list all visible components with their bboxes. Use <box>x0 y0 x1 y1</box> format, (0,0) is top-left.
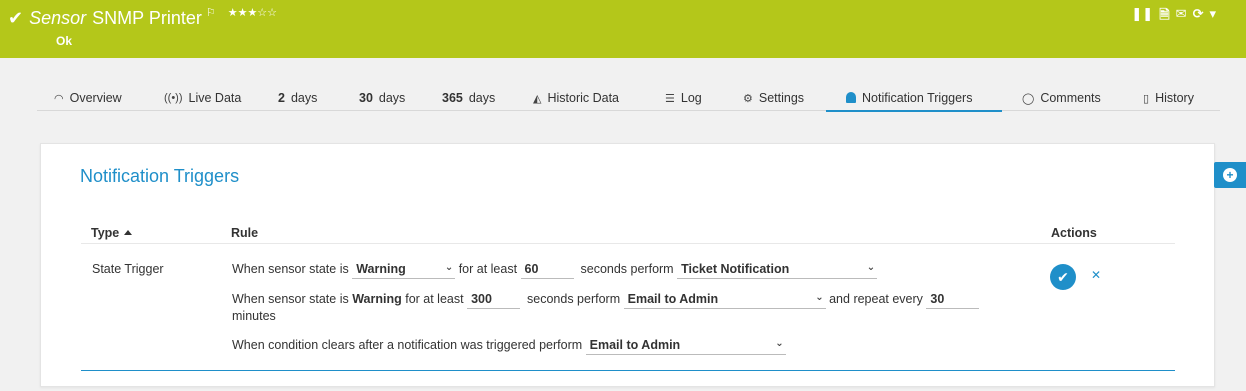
column-header-rule: Rule <box>231 226 259 240</box>
tab-label: History <box>1155 91 1194 105</box>
tab-number: 2 <box>278 91 285 105</box>
tab-live-data[interactable]: ((•)) Live Data <box>164 85 241 111</box>
tab-label: Log <box>680 91 702 105</box>
select-value: Email to Admin <box>589 338 681 352</box>
tab-overview[interactable]: ◠ Overview <box>54 85 122 111</box>
gauge-icon: ◠ <box>54 92 64 105</box>
rule-text: seconds perform <box>527 292 621 306</box>
table-header: Type Rule Actions <box>81 224 1175 244</box>
tab-365-days[interactable]: 365 days <box>442 85 495 111</box>
tab-historic-data[interactable]: ◭ Historic Data <box>533 85 619 111</box>
check-icon: ✔ <box>8 8 24 28</box>
action-select[interactable]: Ticket Notification ⌄ <box>677 262 878 279</box>
tab-label: Overview <box>69 91 122 105</box>
rule-line-3: When condition clears after a notificati… <box>232 338 786 355</box>
rule-text: for at least <box>405 292 464 306</box>
sort-asc-icon <box>124 230 133 235</box>
rule-text-minutes: minutes <box>232 309 276 323</box>
report-icon[interactable]: 🗎 <box>1159 6 1169 28</box>
sensor-name: SNMP Printer <box>92 8 202 28</box>
sensor-header: ✔ Sensor SNMP Printer ⚐ ★★★☆☆ Ok ❚❚ 🗎 ✉ … <box>0 0 1246 58</box>
rule-text: When condition clears after a notificati… <box>232 338 583 352</box>
trigger-type: State Trigger <box>92 262 164 276</box>
tab-notification-triggers[interactable]: Notification Triggers <box>826 85 1002 112</box>
area-chart-icon: ◭ <box>533 92 542 105</box>
select-value: Warning <box>356 262 406 276</box>
rule-text: and repeat every <box>829 292 923 306</box>
tab-label: Live Data <box>188 91 242 105</box>
checkmark-icon: ✔ <box>1057 268 1069 285</box>
tab-log[interactable]: ☰ Log <box>665 85 702 111</box>
tab-30-days[interactable]: 30 days <box>359 85 405 111</box>
tab-unit: days <box>468 91 496 105</box>
column-header-actions: Actions <box>1051 226 1097 240</box>
dropdown-icon[interactable]: ▾ <box>1209 6 1216 28</box>
tab-settings[interactable]: ⚙ Settings <box>743 85 804 111</box>
tab-bar: ◠ Overview ((•)) Live Data 2 days 30 day… <box>37 85 1220 112</box>
tab-comments[interactable]: ◯ Comments <box>1022 85 1101 111</box>
state-value: Warning <box>352 292 402 306</box>
seconds-input[interactable]: 60 <box>520 262 574 279</box>
action-select[interactable]: Email to Admin ⌄ <box>585 338 786 355</box>
row-divider <box>81 370 1175 371</box>
rule-text: seconds perform <box>580 262 674 276</box>
chevron-down-icon: ⌄ <box>775 338 784 349</box>
tab-label: Settings <box>758 91 805 105</box>
rule-line-2: When sensor state is Warning for at leas… <box>232 292 980 309</box>
rule-line-1: When sensor state is Warning ⌄ for at lea… <box>232 262 878 279</box>
notification-triggers-panel: Notification Triggers Type Rule Actions … <box>40 143 1215 387</box>
rule-text: When sensor state is <box>232 292 349 306</box>
save-trigger-button[interactable]: ✔ <box>1050 264 1076 290</box>
tab-label: Comments <box>1040 91 1101 105</box>
comment-icon: ◯ <box>1022 92 1035 105</box>
tab-2-days[interactable]: 2 days <box>278 85 317 111</box>
flag-icon[interactable]: ⚐ <box>206 6 216 19</box>
priority-stars[interactable]: ★★★☆☆ <box>228 6 277 19</box>
header-toolbar: ❚❚ 🗎 ✉ ⟳ ▾ <box>1131 6 1216 28</box>
pause-icon[interactable]: ❚❚ <box>1131 6 1153 28</box>
seconds-input[interactable]: 300 <box>467 292 521 309</box>
select-value: Email to Admin <box>627 292 719 306</box>
tab-unit: days <box>290 91 318 105</box>
sensor-title: ✔ Sensor SNMP Printer ⚐ ★★★☆☆ <box>8 6 277 29</box>
add-trigger-button[interactable]: + <box>1214 162 1246 188</box>
state-select[interactable]: Warning ⌄ <box>352 262 456 279</box>
tab-number: 365 <box>442 91 463 105</box>
select-value: Ticket Notification <box>681 262 790 276</box>
broadcast-icon: ((•)) <box>164 92 183 104</box>
tab-label: Historic Data <box>547 91 620 105</box>
chevron-down-icon: ⌄ <box>866 262 876 273</box>
email-icon[interactable]: ✉ <box>1176 6 1187 28</box>
status-text: Ok <box>56 34 73 48</box>
tab-number: 30 <box>359 91 373 105</box>
plus-icon: + <box>1223 168 1237 182</box>
repeat-input[interactable]: 30 <box>926 292 980 309</box>
panel-title: Notification Triggers <box>80 166 240 186</box>
rule-text: When sensor state is <box>232 262 349 276</box>
delete-trigger-button[interactable]: ✕ <box>1091 268 1101 282</box>
tab-history[interactable]: ▯ History <box>1143 85 1194 111</box>
history-icon: ▯ <box>1143 92 1150 105</box>
sensor-label: Sensor <box>29 8 87 28</box>
chevron-down-icon: ⌄ <box>815 292 824 303</box>
rule-text: for at least <box>458 262 518 276</box>
bell-icon <box>846 92 856 103</box>
gear-icon: ⚙ <box>743 92 753 105</box>
column-header-type[interactable]: Type <box>91 226 133 240</box>
action-select[interactable]: Email to Admin ⌄ <box>623 292 826 309</box>
list-icon: ☰ <box>665 92 675 105</box>
column-label: Type <box>91 226 120 240</box>
refresh-icon[interactable]: ⟳ <box>1193 6 1204 28</box>
tab-unit: days <box>378 91 406 105</box>
tab-label: Notification Triggers <box>862 90 973 105</box>
chevron-down-icon: ⌄ <box>444 262 454 273</box>
